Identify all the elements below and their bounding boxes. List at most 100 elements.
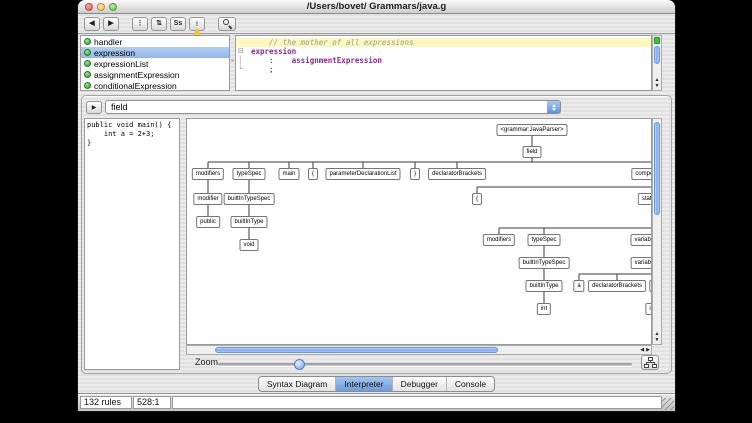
code-segment: ; — [251, 65, 274, 74]
tree-node[interactable]: variableDefinitions — [630, 234, 652, 246]
tab-debugger[interactable]: Debugger — [392, 377, 446, 391]
tree-node[interactable]: ( — [308, 168, 318, 180]
forward-button[interactable]: ▶ — [103, 17, 119, 31]
warnings-button[interactable]: ! — [189, 17, 205, 31]
rule-label: expression — [94, 48, 135, 58]
tree-node[interactable]: public — [196, 216, 220, 228]
tree-node[interactable]: initializer — [645, 303, 652, 315]
editor-vertical-scrollbar[interactable]: ▲ ▼ — [652, 35, 662, 91]
tree-node[interactable]: modifier — [193, 193, 222, 205]
tree-vertical-scrollbar[interactable]: ▲ ▼ — [652, 118, 662, 345]
find-button[interactable] — [218, 17, 236, 31]
tree-node[interactable]: void — [239, 239, 258, 251]
rules-list: handlerexpressionexpressionListassignmen… — [80, 35, 230, 91]
case-button[interactable]: Ss — [170, 17, 186, 31]
interpreter-input[interactable]: public void main() { int a = 2+3;} — [84, 118, 180, 370]
tree-node[interactable]: modifiers — [483, 234, 515, 246]
tree-node[interactable]: declaratorBrackets — [588, 280, 646, 292]
tab-console[interactable]: Console — [446, 377, 494, 391]
tree-vscroll-arrows[interactable]: ▲ ▼ — [653, 332, 661, 343]
tree-node[interactable]: main — [278, 168, 299, 180]
tree-node[interactable]: variableDeclarator — [631, 257, 652, 269]
sort-rules-button[interactable]: ⇅ — [151, 17, 167, 31]
scroll-down-icon[interactable]: ▼ — [655, 338, 660, 343]
rule-item[interactable]: expression — [81, 47, 229, 58]
grammar-editor[interactable]: // the mother of all expressions⊟express… — [235, 35, 652, 91]
title-bar[interactable]: /Users/bovet/ Grammars/java.g — [78, 0, 675, 14]
rules-list-button[interactable]: ⋮ — [132, 17, 148, 31]
warning-icon: ! — [192, 19, 203, 29]
combobox-arrows-icon — [547, 101, 560, 113]
rule-item[interactable]: expressionList — [81, 58, 229, 69]
tree-node[interactable]: builtInTypeSpec — [224, 193, 275, 205]
input-line: int a = 2+3; — [87, 130, 179, 139]
tab-interpreter[interactable]: Interpreter — [335, 377, 391, 391]
zoom-slider-thumb[interactable] — [294, 359, 305, 370]
case-label: Ss — [174, 20, 183, 27]
fold-marker[interactable]: └ — [238, 65, 249, 74]
editor-scrollbar-arrows[interactable]: ▲ ▼ — [653, 78, 661, 89]
tree-node[interactable]: typeSpec — [527, 234, 560, 246]
tree-node[interactable]: builtInType — [525, 280, 562, 292]
tree-hscroll-thumb[interactable] — [215, 347, 498, 353]
tree-node[interactable]: compoundStatement — [631, 168, 652, 180]
window-title: /Users/bovet/ Grammars/java.g — [78, 0, 675, 13]
scroll-left-icon[interactable]: ◀ — [640, 348, 644, 353]
run-button[interactable]: ▶ — [86, 101, 102, 114]
fold-marker[interactable]: │ — [238, 56, 249, 65]
rule-label: conditionalExpression — [94, 81, 177, 91]
editor-line[interactable]: └ ; — [236, 65, 651, 74]
tree-node[interactable]: a — [573, 280, 584, 292]
tree-node[interactable]: parameterDeclarationList — [325, 168, 400, 180]
scroll-down-icon[interactable]: ▼ — [655, 84, 660, 89]
toolbar: ◀ ▶ ⋮ ⇅ Ss ! — [78, 14, 675, 34]
tree-node[interactable]: modifiers — [192, 168, 224, 180]
tree-layout-button[interactable] — [641, 355, 659, 370]
play-icon: ▶ — [92, 104, 97, 111]
tab-syntax-diagram[interactable]: Syntax Diagram — [259, 377, 335, 391]
tree-node[interactable]: int — [537, 303, 551, 315]
list-icon: ⋮ — [137, 20, 144, 27]
tree-hscroll-arrows[interactable]: ◀ ▶ — [640, 346, 650, 354]
rule-item[interactable]: conditionalExpression — [81, 80, 229, 91]
parse-tree-canvas[interactable]: <grammar:JavaParser> field modifiers typeSp… — [186, 118, 652, 345]
tree-node[interactable]: ) — [410, 168, 420, 180]
tree-vscroll-thumb[interactable] — [654, 122, 660, 215]
back-button[interactable]: ◀ — [84, 17, 100, 31]
tree-horizontal-scrollbar[interactable]: ◀ ▶ — [186, 345, 652, 355]
app-window: /Users/bovet/ Grammars/java.g ◀ ▶ ⋮ ⇅ Ss… — [78, 0, 675, 411]
zoom-slider[interactable] — [218, 363, 632, 366]
parse-tree-edges — [187, 119, 652, 345]
zoom-button[interactable] — [109, 3, 117, 11]
tree-node[interactable]: { — [472, 193, 482, 205]
tab-bar: Syntax DiagramInterpreterDebuggerConsole — [258, 376, 495, 392]
start-rule-combobox[interactable]: field — [105, 100, 561, 114]
scroll-right-icon[interactable]: ▶ — [646, 348, 650, 353]
close-button[interactable] — [85, 3, 93, 11]
rule-state-icon — [84, 49, 91, 56]
tree-node[interactable]: field — [522, 146, 541, 158]
input-line: } — [87, 139, 179, 148]
tree-icon — [644, 357, 657, 368]
start-rule-value: field — [106, 101, 547, 113]
tree-node[interactable]: typeSpec — [232, 168, 265, 180]
editor-line[interactable]: │ : assignmentExpression — [236, 56, 651, 65]
resize-grip[interactable] — [662, 398, 674, 410]
editor-scrollbar-thumb[interactable] — [654, 46, 660, 64]
window-controls — [85, 3, 117, 11]
editor-line[interactable]: // the mother of all expressions — [236, 38, 651, 47]
rule-item[interactable]: handler — [81, 36, 229, 47]
editor-line[interactable]: ⊟expression — [236, 47, 651, 56]
rule-item[interactable]: assignmentExpression — [81, 69, 229, 80]
back-icon: ◀ — [89, 20, 94, 27]
tree-node[interactable]: statement — [638, 193, 652, 205]
rule-state-icon — [84, 71, 91, 78]
tree-node[interactable]: <grammar:JavaParser> — [496, 124, 567, 136]
minimize-button[interactable] — [97, 3, 105, 11]
tree-node[interactable]: declaratorBrackets — [428, 168, 486, 180]
forward-icon: ▶ — [108, 20, 113, 27]
search-icon — [222, 18, 233, 29]
tree-node[interactable]: builtInType — [230, 216, 267, 228]
tree-node[interactable]: builtInTypeSpec — [519, 257, 570, 269]
fold-marker[interactable]: ⊟ — [238, 47, 249, 56]
